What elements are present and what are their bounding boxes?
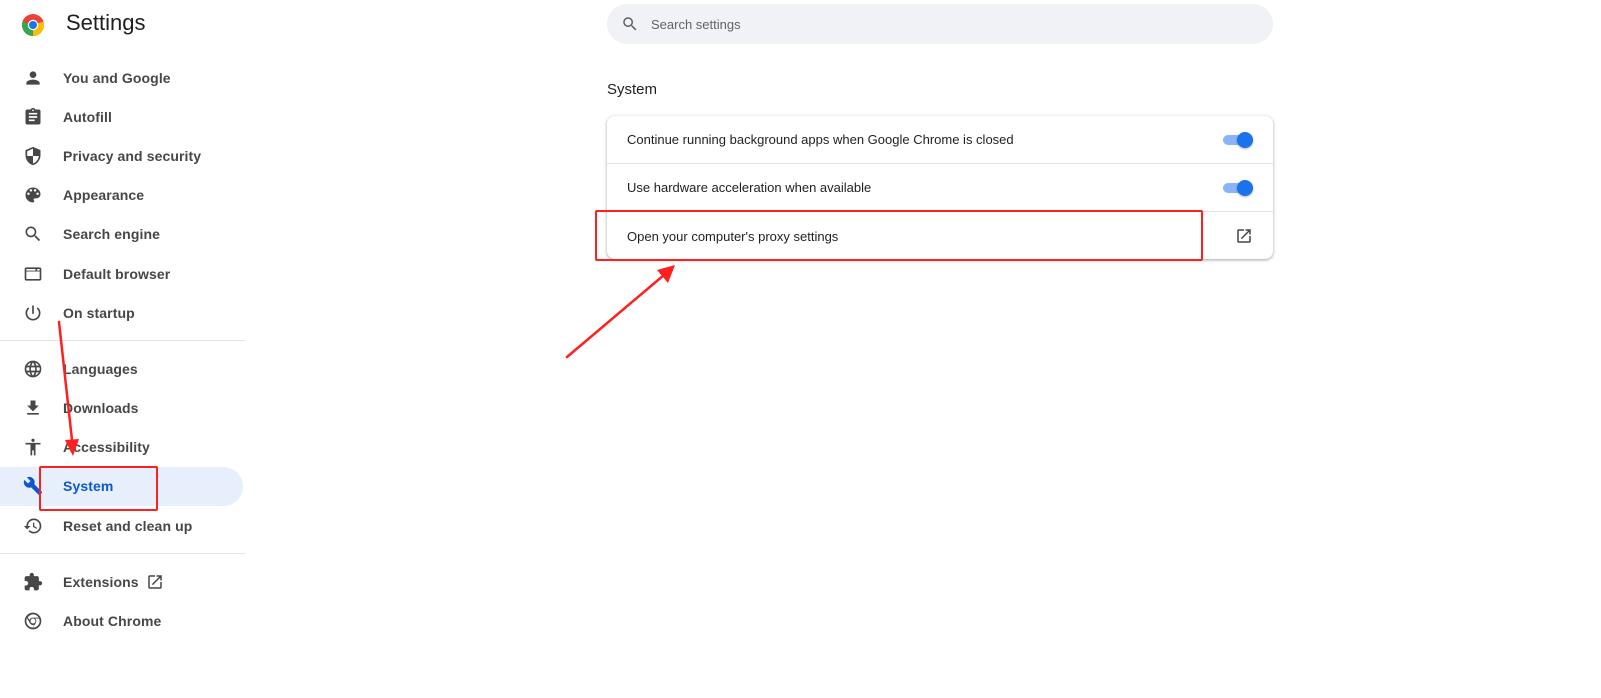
sidebar-item-on-startup[interactable]: On startup	[0, 293, 245, 332]
sidebar-item-search-engine[interactable]: Search engine	[0, 215, 245, 254]
sidebar-item-label: On startup	[63, 304, 135, 321]
sidebar-item-label: Search engine	[63, 226, 161, 243]
sidebar-item-label: Reset and clean up	[63, 517, 193, 534]
setting-row-hardware-acceleration[interactable]: Use hardware acceleration when available	[607, 164, 1273, 212]
search-icon	[621, 15, 639, 33]
sidebar-item-privacy-and-security[interactable]: Privacy and security	[0, 136, 245, 175]
sidebar-item-label: You and Google	[63, 69, 171, 86]
open-in-new-icon[interactable]	[1235, 227, 1253, 245]
sidebar-item-autofill[interactable]: Autofill	[0, 97, 245, 136]
search-icon	[23, 224, 43, 244]
setting-row-background-apps[interactable]: Continue running background apps when Go…	[607, 116, 1273, 164]
palette-icon	[23, 185, 43, 205]
sidebar-item-about-chrome[interactable]: About Chrome	[0, 601, 245, 640]
setting-label: Open your computer's proxy settings	[627, 228, 839, 244]
sidebar-item-label: Accessibility	[63, 439, 150, 456]
setting-label: Continue running background apps when Go…	[627, 132, 1014, 147]
settings-card: Continue running background apps when Go…	[607, 116, 1273, 259]
power-icon	[23, 303, 43, 323]
header: Settings	[0, 0, 260, 50]
chrome-outline-icon	[23, 611, 43, 631]
sidebar-item-system[interactable]: System	[0, 466, 243, 507]
sidebar-item-label: Privacy and security	[63, 147, 202, 164]
download-icon	[23, 398, 43, 418]
setting-label: Use hardware acceleration when available	[627, 180, 872, 195]
setting-row-proxy-settings[interactable]: Open your computer's proxy settings	[607, 212, 1273, 260]
accessibility-icon	[23, 437, 43, 457]
history-icon	[23, 516, 43, 536]
person-icon	[23, 68, 43, 88]
sidebar-item-languages[interactable]: Languages	[0, 349, 245, 388]
sidebar-item-downloads[interactable]: Downloads	[0, 389, 245, 428]
wrench-icon	[23, 476, 43, 496]
sidebar-item-label: Extensions	[63, 573, 139, 590]
search-input[interactable]	[651, 4, 1251, 44]
annotation-arrow-to-proxy	[565, 273, 666, 359]
sidebar-item-default-browser[interactable]: Default browser	[0, 254, 245, 293]
clipboard-icon	[23, 107, 43, 127]
browser-window-icon	[23, 264, 43, 284]
chrome-logo-icon	[21, 13, 45, 37]
open-in-new-icon	[146, 573, 164, 591]
hardware-acceleration-toggle[interactable]	[1223, 179, 1253, 196]
sidebar-item-you-and-google[interactable]: You and Google	[0, 58, 245, 97]
sidebar-item-accessibility[interactable]: Accessibility	[0, 428, 245, 467]
divider	[0, 340, 245, 342]
sidebar-item-label: System	[63, 478, 114, 495]
section-title: System	[607, 81, 658, 98]
divider	[0, 553, 245, 555]
globe-icon	[23, 359, 43, 379]
sidebar: You and Google Autofill Privacy and secu…	[0, 58, 245, 641]
sidebar-item-label: Autofill	[63, 108, 113, 125]
sidebar-item-label: Downloads	[63, 400, 139, 417]
puzzle-icon	[23, 572, 43, 592]
sidebar-item-appearance[interactable]: Appearance	[0, 176, 245, 215]
search-bar[interactable]	[607, 4, 1273, 44]
background-apps-toggle[interactable]	[1223, 131, 1253, 148]
sidebar-item-label: About Chrome	[63, 613, 162, 630]
annotation-arrowhead	[657, 265, 675, 283]
sidebar-item-label: Default browser	[63, 265, 171, 282]
sidebar-item-extensions[interactable]: Extensions	[0, 562, 245, 601]
page-title: Settings	[66, 10, 146, 35]
shield-icon	[23, 146, 43, 166]
sidebar-item-label: Languages	[63, 360, 138, 377]
sidebar-item-label: Appearance	[63, 187, 145, 204]
sidebar-item-reset-and-clean-up[interactable]: Reset and clean up	[0, 506, 245, 545]
